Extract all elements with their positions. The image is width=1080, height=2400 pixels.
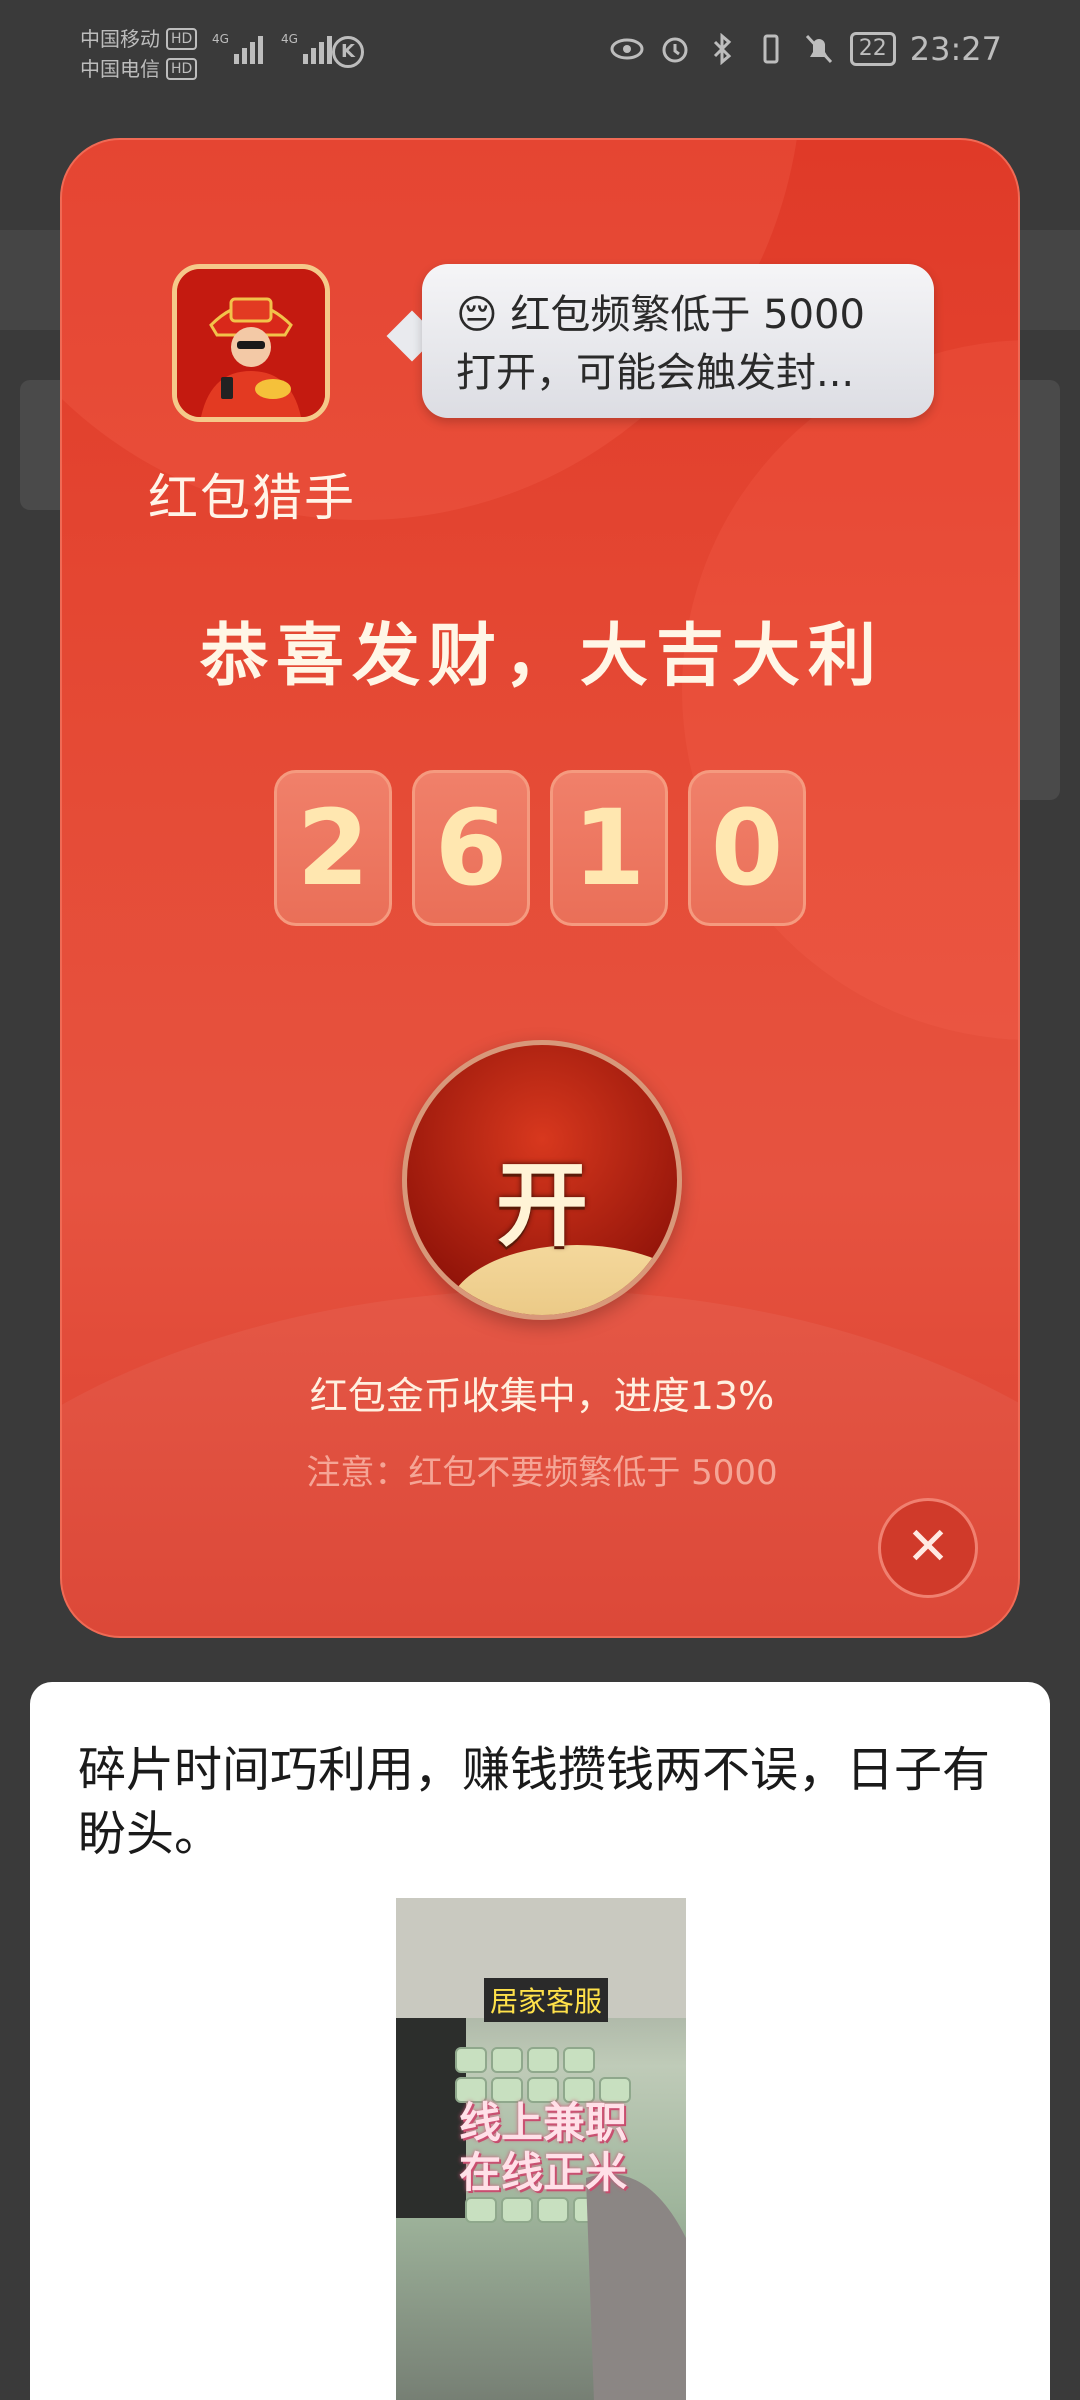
app-name: 红包猎手 [148,469,356,527]
app-icon [172,264,330,422]
vibrate-icon [754,32,788,66]
close-button[interactable]: ✕ [878,1498,978,1598]
open-button[interactable]: 开 [402,1040,682,1320]
bubble-text: 红包频繁低于 5000 打开，可能会触发封... [456,292,865,396]
ad-image-caption: 线上兼职在线正米 [458,2098,627,2197]
status-bar: 中国移动 HD 中国电信 HD 4G 4G K 22 23:27 [0,0,1080,110]
ad-image-tag: 居家客服 [484,1978,609,2022]
battery-icon: 22 [849,32,896,66]
alarm-icon [658,32,692,66]
headline: 恭喜发财，大吉大利 [199,617,884,696]
counter-digit: 2 [274,770,392,926]
sad-emoji-icon: 😔 [456,292,498,338]
close-icon: ✕ [906,1517,950,1577]
notice-text: 注意：红包不要频繁低于 5000 [306,1453,778,1493]
counter-digit: 0 [688,770,806,926]
signal-icon: 4G [281,32,332,64]
signal-icon: 4G [212,32,263,64]
ad-video-thumbnail[interactable]: 居家客服 线上兼职在线正米 [396,1898,686,2400]
counter-digit: 1 [550,770,668,926]
status-right: 22 23:27 [610,30,1002,68]
open-button-label: 开 [495,1152,588,1259]
ad-card[interactable]: 碎片时间巧利用，赚钱攒钱两不误，日子有盼头。 居家客服 线上兼职在线正米 [30,1682,1050,2400]
carrier-1: 中国移动 [80,27,160,51]
eye-icon [610,32,644,66]
carrier-info: 中国移动 HD 中国电信 HD [80,24,198,84]
carrier-2: 中国电信 [80,57,160,81]
mute-icon [802,32,836,66]
k-icon: K [332,36,364,68]
warning-bubble: 😔 红包频繁低于 5000 打开，可能会触发封... [422,264,934,418]
bluetooth-icon [706,32,740,66]
ad-text: 碎片时间巧利用，赚钱攒钱两不误，日子有盼头。 [78,1742,991,1862]
hd-badge-1: HD [166,28,198,50]
signal-icons: 4G 4G [212,32,332,64]
red-packet-popup: 红包猎手 😔 红包频繁低于 5000 打开，可能会触发封... 恭喜发财，大吉大… [60,138,1020,1638]
hd-badge-2: HD [166,58,198,80]
coin-counter: 2 6 1 0 [274,770,806,926]
clock: 23:27 [909,30,1002,68]
progress-text: 红包金币收集中，进度13% [309,1374,775,1418]
counter-digit: 6 [412,770,530,926]
